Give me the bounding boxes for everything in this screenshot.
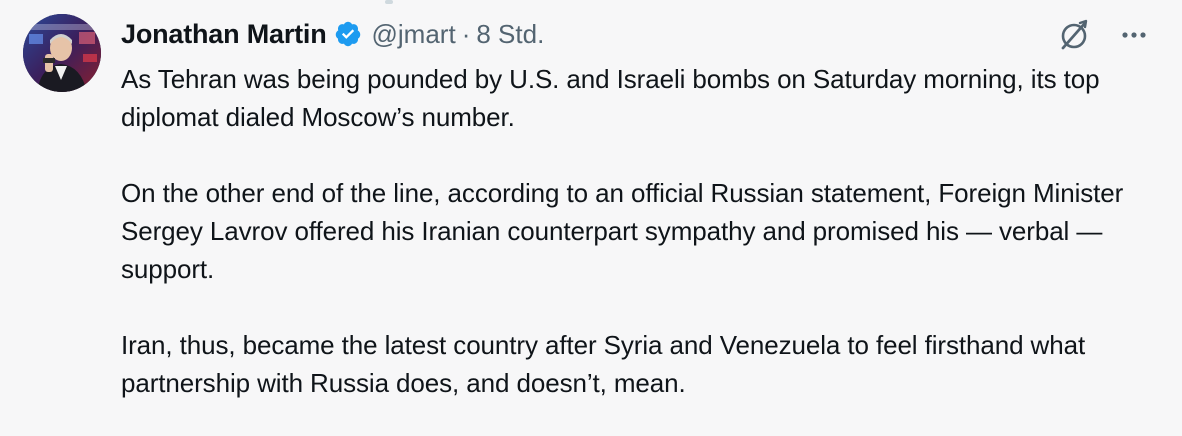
tweet[interactable]: Jonathan Martin @jmart · 8 Std. As Tehra… — [0, 0, 1182, 436]
tweet-paragraph: As Tehran was being pounded by U.S. and … — [121, 64, 1100, 132]
tweet-paragraph: Iran, thus, became the latest country af… — [121, 330, 1086, 398]
tweet-text: As Tehran was being pounded by U.S. and … — [121, 60, 1141, 402]
grok-icon[interactable] — [1054, 15, 1094, 55]
avatar[interactable] — [23, 14, 101, 92]
tweet-header: Jonathan Martin @jmart · 8 Std. — [121, 13, 544, 55]
verified-badge-icon[interactable] — [334, 20, 362, 48]
tweet-timestamp[interactable]: 8 Std. — [476, 19, 544, 50]
author-handle[interactable]: @jmart — [372, 19, 456, 50]
more-icon[interactable] — [1116, 17, 1152, 53]
tweet-paragraph: On the other end of the line, according … — [121, 178, 1124, 284]
header-separator: · — [461, 18, 471, 49]
author-display-name[interactable]: Jonathan Martin — [121, 19, 327, 50]
avatar-image — [23, 14, 101, 92]
tweet-actions — [1054, 15, 1152, 55]
